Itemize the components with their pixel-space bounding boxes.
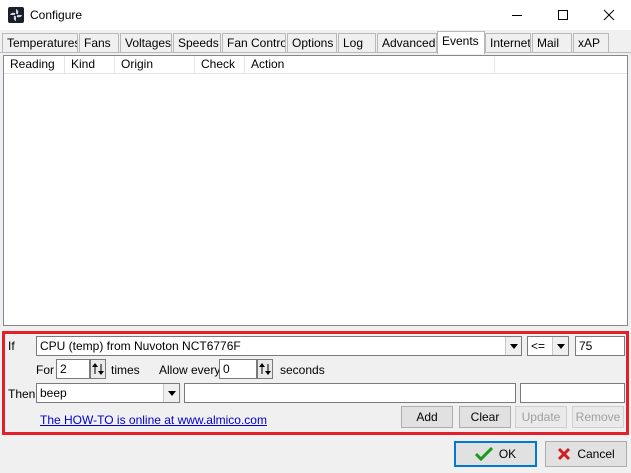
chevron-down-icon: [505, 337, 521, 355]
title-bar: Configure: [0, 0, 631, 30]
tab-advanced[interactable]: Advanced: [377, 33, 437, 53]
operator-value: <=: [531, 339, 546, 353]
column-header-check[interactable]: Check: [195, 56, 245, 74]
operator-select[interactable]: <=: [527, 336, 569, 356]
cancel-x-icon: [558, 447, 571, 461]
ok-label: OK: [498, 447, 517, 461]
times-label: times: [111, 363, 140, 377]
add-button[interactable]: Add: [401, 406, 453, 428]
tab-speeds[interactable]: Speeds: [173, 33, 221, 53]
event-editor-panel: If CPU (temp) from Nuvoton NCT6776F <= 7…: [2, 331, 629, 435]
for-count-spinner[interactable]: [90, 359, 106, 379]
tab-events[interactable]: Events: [437, 31, 485, 54]
tab-log[interactable]: Log: [338, 33, 376, 53]
column-header-action[interactable]: Action: [245, 56, 495, 74]
window-title: Configure: [30, 8, 83, 22]
action-value: beep: [40, 386, 67, 400]
column-header-reading[interactable]: Reading: [4, 56, 65, 74]
allow-every-spinner[interactable]: [257, 359, 273, 379]
tab-fans[interactable]: Fans: [79, 33, 119, 53]
tab-temperatures[interactable]: Temperatures: [2, 33, 78, 53]
tab-xap[interactable]: xAP: [573, 33, 609, 53]
source-select[interactable]: CPU (temp) from Nuvoton NCT6776F: [36, 336, 522, 356]
app-fan-icon: [8, 7, 24, 23]
chevron-down-icon: [552, 337, 568, 355]
tab-options[interactable]: Options: [287, 33, 337, 53]
allow-every-label: Allow every: [159, 363, 221, 377]
tab-fan-control[interactable]: Fan Control: [222, 33, 286, 53]
chevron-down-icon: [163, 384, 179, 402]
action-parameter-input[interactable]: [184, 383, 516, 403]
tab-voltages[interactable]: Voltages: [120, 33, 172, 53]
clear-button[interactable]: Clear: [459, 406, 511, 428]
seconds-label: seconds: [280, 363, 325, 377]
if-label: If: [8, 339, 15, 353]
for-count-input[interactable]: 2: [56, 359, 90, 379]
for-label: For: [36, 363, 54, 377]
action-select[interactable]: beep: [36, 383, 180, 403]
action-extra-input[interactable]: [520, 383, 625, 403]
then-label: Then: [8, 387, 36, 401]
column-header-kind[interactable]: Kind: [65, 56, 115, 74]
events-list-header: Reading Kind Origin Check Action: [4, 56, 627, 74]
cancel-button[interactable]: Cancel: [545, 441, 627, 467]
remove-button[interactable]: Remove: [572, 406, 624, 428]
maximize-button[interactable]: [540, 0, 586, 30]
tab-strip: Temperatures Fans Voltages Speeds Fan Co…: [0, 31, 631, 54]
events-list[interactable]: Reading Kind Origin Check Action: [3, 55, 628, 326]
ok-button[interactable]: OK: [454, 441, 537, 467]
update-button[interactable]: Update: [515, 406, 567, 428]
tab-divider: [0, 52, 631, 53]
spinner-arrows-icon: [92, 363, 104, 375]
close-button[interactable]: [586, 0, 631, 30]
tab-internet[interactable]: Internet: [485, 33, 531, 53]
spinner-arrows-icon: [259, 363, 271, 375]
howto-link[interactable]: The HOW-TO is online at www.almico.com: [40, 413, 267, 427]
allow-every-input[interactable]: 0: [219, 359, 257, 379]
minimize-button[interactable]: [494, 0, 540, 30]
checkmark-icon: [474, 447, 493, 461]
threshold-input[interactable]: 75: [575, 336, 625, 356]
tab-mail[interactable]: Mail: [532, 33, 572, 53]
source-value: CPU (temp) from Nuvoton NCT6776F: [40, 339, 241, 353]
cancel-label: Cancel: [577, 447, 615, 461]
column-header-origin[interactable]: Origin: [115, 56, 195, 74]
